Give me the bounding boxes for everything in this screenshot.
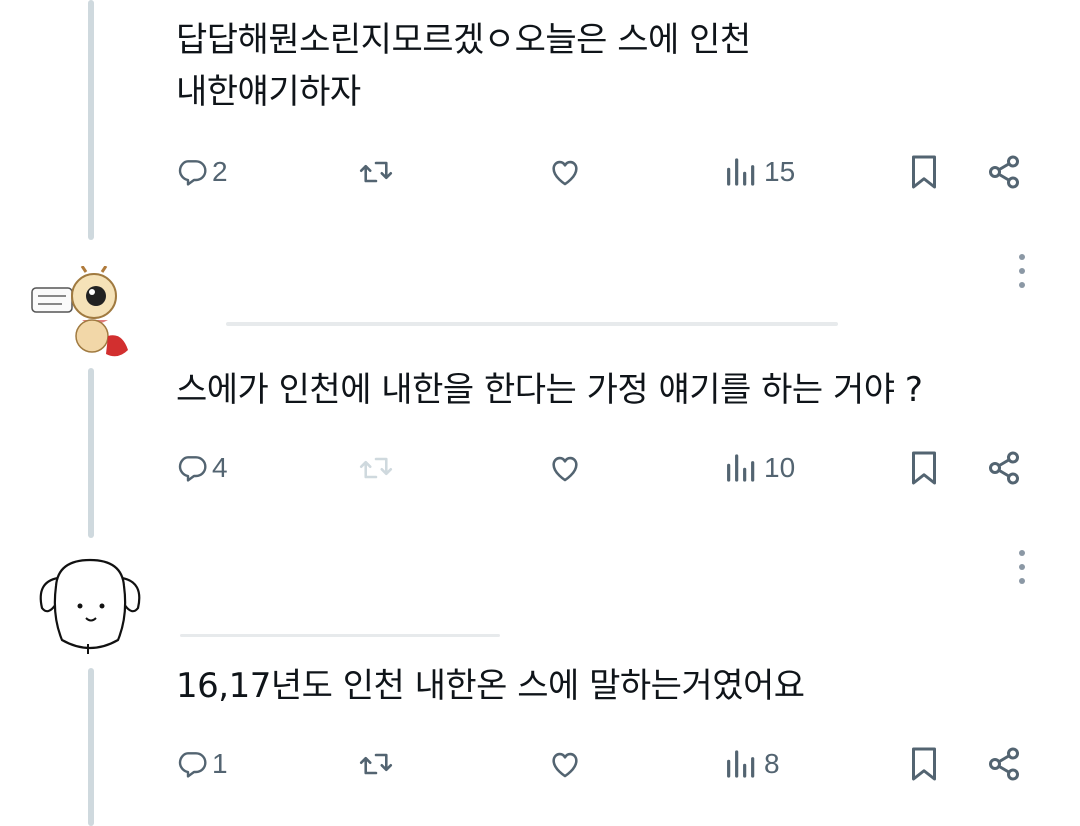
thread-line	[88, 668, 94, 826]
avatar[interactable]	[36, 556, 144, 656]
views-button[interactable]: 8	[724, 742, 780, 786]
reply-icon	[178, 160, 207, 186]
views-button[interactable]: 15	[724, 150, 795, 194]
more-options-button[interactable]	[1016, 550, 1028, 586]
retweet-icon	[359, 753, 393, 775]
views-chart-icon	[727, 454, 755, 482]
retweet-icon	[359, 457, 393, 479]
bookmark-button[interactable]	[908, 150, 940, 194]
heart-icon	[552, 456, 578, 482]
like-button[interactable]	[546, 446, 584, 490]
reply-icon	[178, 752, 207, 778]
bookmark-button[interactable]	[908, 742, 940, 786]
tweet-text: 16,17년도 인천 내한온 스에 말하는거였어요	[176, 666, 805, 706]
share-icon	[989, 747, 1019, 781]
retweet-button[interactable]	[358, 742, 394, 786]
username-placeholder	[226, 322, 838, 326]
reply-button[interactable]: 2	[176, 150, 228, 194]
share-icon	[989, 451, 1019, 485]
share-icon	[989, 155, 1019, 189]
tweet-text-line: 답답해뭔소린지모르겠ㅇ오늘은 스에 인천	[176, 20, 751, 60]
tweet-text: 답답해뭔소린지모르겠ㅇ오늘은 스에 인천 내한얘기하자	[176, 14, 751, 118]
avatar-image	[39, 558, 141, 654]
more-vertical-icon	[1019, 254, 1025, 260]
more-options-button[interactable]	[1016, 254, 1028, 290]
username-placeholder	[180, 634, 500, 637]
tweet-actions: 1 8	[176, 742, 1036, 786]
reply-button[interactable]: 4	[176, 446, 228, 490]
heart-icon	[552, 752, 578, 778]
tweet-text: 스에가 인천에 내한을 한다는 가정 얘기를 하는 거야 ?	[176, 370, 923, 410]
bookmark-icon	[912, 747, 936, 781]
reply-count: 1	[212, 748, 228, 779]
more-vertical-icon	[1019, 550, 1025, 556]
avatar-image	[31, 266, 128, 357]
views-count: 8	[764, 748, 780, 779]
thread-line	[88, 368, 94, 538]
like-button[interactable]	[546, 150, 584, 194]
reply-count: 4	[212, 452, 228, 483]
bookmark-icon	[912, 155, 936, 189]
thread-line	[88, 0, 94, 240]
reply-button[interactable]: 1	[176, 742, 228, 786]
views-count: 15	[764, 156, 796, 187]
retweet-button[interactable]	[358, 150, 394, 194]
retweet-button-disabled[interactable]	[358, 446, 394, 490]
reply-count: 2	[212, 156, 228, 187]
tweet-actions: 4 10	[176, 446, 1036, 490]
views-chart-icon	[727, 750, 755, 778]
bookmark-button[interactable]	[908, 446, 940, 490]
like-button[interactable]	[546, 742, 584, 786]
share-button[interactable]	[986, 742, 1022, 786]
reply-icon	[178, 456, 207, 482]
tweet-text-line: 내한얘기하자	[176, 72, 361, 112]
heart-icon	[552, 160, 578, 186]
avatar[interactable]	[28, 266, 140, 362]
retweet-icon	[359, 161, 393, 183]
views-count: 10	[764, 452, 796, 483]
tweet-actions: 2 15	[176, 150, 1036, 194]
views-button[interactable]: 10	[724, 446, 795, 490]
share-button[interactable]	[986, 446, 1022, 490]
bookmark-icon	[912, 451, 936, 485]
share-button[interactable]	[986, 150, 1022, 194]
views-chart-icon	[727, 158, 755, 186]
